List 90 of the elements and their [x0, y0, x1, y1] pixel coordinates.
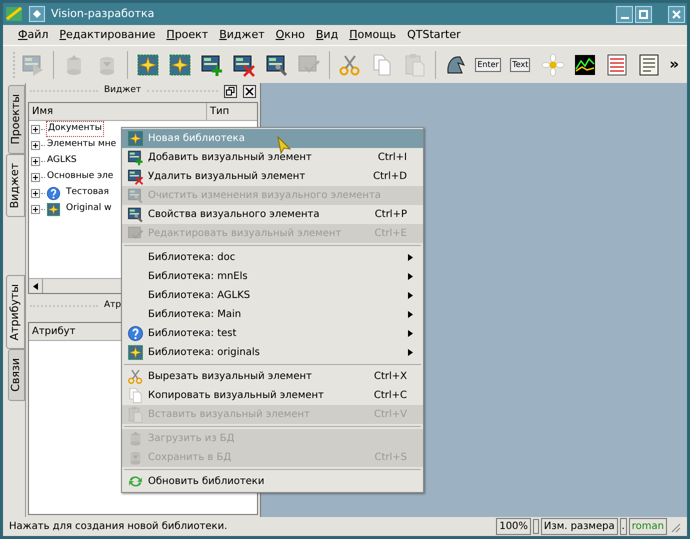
screen-cross-icon	[126, 168, 144, 185]
submenu-arrow-icon	[408, 311, 413, 318]
question-icon	[126, 325, 144, 342]
star-library-icon	[46, 202, 61, 216]
menu-item[interactable]: Проект	[161, 26, 214, 44]
menu-item[interactable]: Виджет	[214, 26, 270, 44]
mode-indicator: Изм. размера	[540, 518, 618, 535]
submenu-arrow-icon	[408, 330, 413, 337]
menu-item[interactable]: Библиотека: test	[122, 324, 423, 343]
close-window-button[interactable]	[668, 6, 685, 22]
submenu-arrow-icon	[408, 292, 413, 299]
side-tab[interactable]: Связи	[8, 349, 25, 402]
user-indicator: roman	[628, 518, 667, 535]
submenu-arrow-icon	[408, 349, 413, 356]
screen-plus-icon	[200, 52, 224, 76]
screen-cross-icon	[232, 52, 256, 76]
tree-item[interactable]: Документы	[46, 121, 104, 137]
menu-item[interactable]: Библиотека: originals	[122, 343, 423, 362]
log-list-icon	[605, 52, 630, 76]
document-icon	[637, 52, 662, 76]
star-library-icon	[126, 344, 144, 361]
menu-item[interactable]: QTStarter	[402, 26, 466, 44]
minimize-button[interactable]	[616, 6, 633, 22]
more-tools-button[interactable]: »	[665, 53, 684, 76]
toolbar-button[interactable]: Text	[504, 48, 536, 80]
star-library-icon	[126, 130, 144, 147]
menu-item[interactable]: Библиотека: Main	[122, 305, 423, 324]
screen-wrench-icon	[126, 187, 144, 204]
restore-icon	[226, 86, 235, 96]
cursor-icon	[277, 136, 291, 154]
question-icon	[46, 186, 61, 200]
scissors-icon	[126, 368, 144, 385]
menu-item[interactable]: Окно	[270, 26, 310, 44]
submenu-arrow-icon	[408, 254, 413, 261]
column-header: Имя	[29, 103, 207, 120]
chart-icon	[572, 52, 597, 76]
tree-item[interactable]: Тестовая	[65, 186, 110, 200]
app-logo-icon	[5, 5, 23, 23]
maximize-icon	[639, 10, 648, 18]
side-tab[interactable]: Атрибуты	[6, 274, 25, 350]
menu-item[interactable]: Свойства визуального элемента Ctrl+P	[122, 205, 423, 224]
menu-item[interactable]: Файл	[13, 26, 54, 44]
close-icon	[245, 86, 254, 96]
menu-item[interactable]: Обновить библиотеки	[122, 472, 423, 491]
left-arrow-icon	[33, 282, 38, 290]
maximize-button[interactable]	[635, 6, 652, 22]
resize-grip-icon	[669, 520, 681, 532]
menu-item[interactable]: Вырезать визуальный элемент Ctrl+X	[122, 367, 423, 386]
tree-item[interactable]: Элементы мне	[46, 138, 118, 152]
screen-plus-icon	[126, 149, 144, 166]
close-button[interactable]	[243, 84, 256, 98]
window-title: Vision-разработка	[51, 6, 154, 22]
menu-item[interactable]: Добавить визуальный элемент Ctrl+I	[122, 148, 423, 167]
menu-item[interactable]: Вид	[310, 26, 344, 44]
status-message: Нажать для создания новой библиотеки.	[9, 520, 228, 534]
menu-item[interactable]: Копировать визуальный элемент Ctrl+C	[122, 386, 423, 405]
minimize-icon	[620, 16, 628, 18]
menu-item[interactable]: Редактирование	[54, 26, 160, 44]
clipboard-icon	[402, 52, 427, 76]
menu-item[interactable]: Удалить визуальный элемент Ctrl+D	[122, 167, 423, 186]
flower-icon	[540, 52, 565, 76]
status-field	[532, 519, 539, 534]
tree-item[interactable]: Original w	[65, 202, 112, 216]
screen-wrench-icon	[126, 206, 144, 223]
toolbar-button[interactable]: Enter	[472, 48, 504, 80]
column-header: Тип	[209, 105, 230, 119]
window-menu-button[interactable]	[29, 6, 45, 22]
menu-item[interactable]: Библиотека: mnEls	[122, 267, 423, 286]
play-screen-icon	[21, 52, 46, 76]
submenu-arrow-icon	[408, 273, 413, 280]
menu-item[interactable]: Библиотека: doc	[122, 248, 423, 267]
close-icon	[672, 10, 681, 18]
float-button[interactable]	[224, 84, 237, 98]
dock-title: Атр	[104, 299, 122, 312]
tree-item[interactable]: Основные эле	[46, 170, 114, 184]
menu-item[interactable]: Библиотека: AGLKS	[122, 286, 423, 305]
side-tab[interactable]: Проекты	[8, 85, 25, 154]
scissors-icon	[338, 52, 362, 76]
column-header: Атрибут	[31, 325, 76, 339]
screen-wrench-icon	[264, 52, 289, 76]
tree-item[interactable]: AGLKS	[46, 154, 78, 168]
diamond-icon	[33, 10, 41, 18]
clipboard-icon	[126, 406, 144, 423]
star-library-icon	[136, 52, 160, 76]
star-library-icon	[168, 52, 192, 76]
menu-item[interactable]: Помощь	[344, 26, 402, 44]
copy-icon	[126, 387, 144, 404]
side-tab[interactable]: Виджет	[6, 154, 25, 217]
dock-title: Виджет	[104, 84, 142, 98]
zoom-indicator: 100%	[496, 518, 531, 535]
